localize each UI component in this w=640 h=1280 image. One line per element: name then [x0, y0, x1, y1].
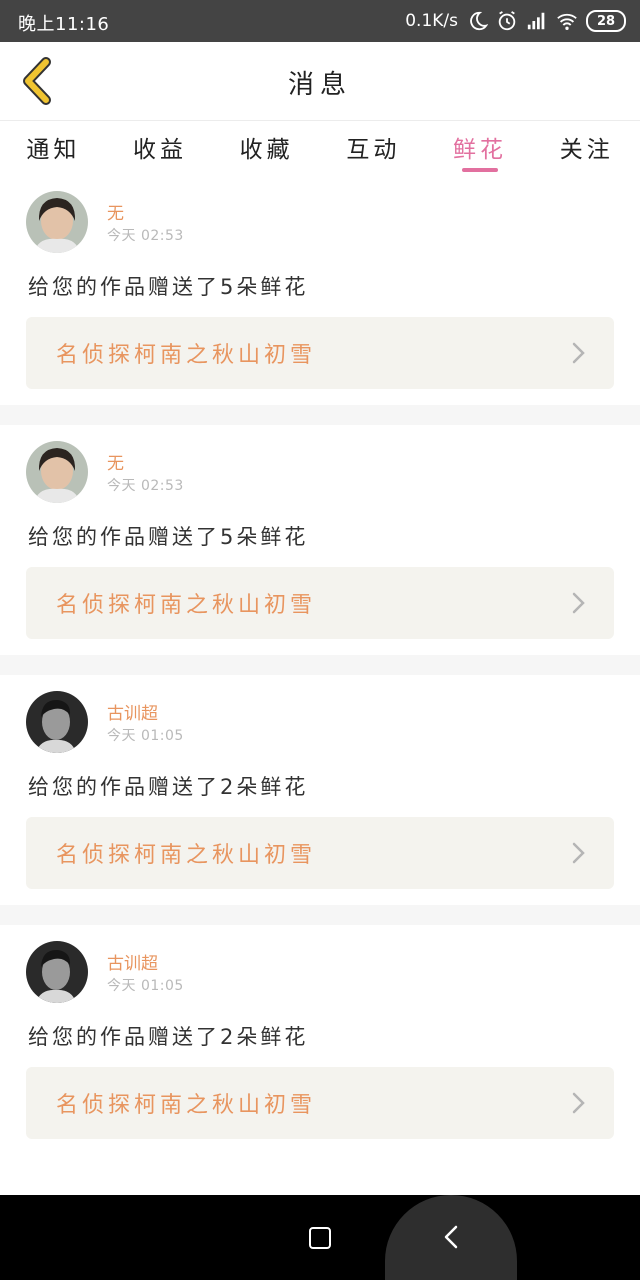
sender-name[interactable]: 无 [107, 199, 124, 224]
tab-favorites[interactable]: 收藏 [213, 121, 320, 175]
divider [0, 405, 640, 425]
battery-icon: 28 [586, 10, 626, 32]
work-title: 名侦探柯南之秋山初雪 [56, 843, 317, 868]
net-speed: 0.1K/s [405, 11, 458, 31]
chevron-right-icon [572, 592, 585, 614]
work-title: 名侦探柯南之秋山初雪 [56, 593, 317, 618]
work-link[interactable]: 名侦探柯南之秋山初雪 [26, 567, 614, 639]
status-icons: 0.1K/s 28 [405, 8, 626, 34]
tab-interactions[interactable]: 互动 [320, 121, 427, 175]
work-link[interactable]: 名侦探柯南之秋山初雪 [26, 817, 614, 889]
sender-name[interactable]: 古训超 [107, 699, 158, 724]
chevron-right-icon [572, 842, 585, 864]
timestamp: 今天 02:53 [107, 228, 184, 244]
avatar[interactable] [26, 941, 88, 1003]
sender-name[interactable]: 无 [107, 449, 124, 474]
flower-feed: 无 今天 02:53 给您的作品赠送了5朵鲜花 名侦探柯南之秋山初雪 无 今天 … [0, 175, 640, 1155]
list-item: 古训超 今天 01:05 给您的作品赠送了2朵鲜花 名侦探柯南之秋山初雪 [0, 675, 640, 905]
list-item: 无 今天 02:53 给您的作品赠送了5朵鲜花 名侦探柯南之秋山初雪 [0, 175, 640, 405]
back-icon [444, 1225, 458, 1249]
gift-message: 给您的作品赠送了2朵鲜花 [28, 1025, 309, 1049]
tab-earnings[interactable]: 收益 [107, 121, 214, 175]
chevron-right-icon [572, 342, 585, 364]
recent-apps-icon[interactable] [309, 1227, 331, 1249]
moon-icon [470, 11, 488, 31]
list-item: 无 今天 02:53 给您的作品赠送了5朵鲜花 名侦探柯南之秋山初雪 [0, 425, 640, 655]
timestamp: 今天 01:05 [107, 978, 184, 994]
status-bar: 晚上11:16 0.1K/s 28 [0, 0, 640, 42]
header: 消息 [0, 42, 640, 121]
alarm-icon [498, 11, 516, 31]
tab-bar: 通知 收益 收藏 互动 鲜花 关注 [0, 121, 640, 175]
gift-message: 给您的作品赠送了5朵鲜花 [28, 525, 309, 549]
chevron-right-icon [572, 1092, 585, 1114]
work-link[interactable]: 名侦探柯南之秋山初雪 [26, 317, 614, 389]
tab-flowers[interactable]: 鲜花 [427, 121, 534, 175]
page-title: 消息 [287, 70, 352, 100]
avatar[interactable] [26, 191, 88, 253]
divider [0, 655, 640, 675]
gift-message: 给您的作品赠送了5朵鲜花 [28, 275, 309, 299]
system-nav-bar [0, 1195, 640, 1280]
timestamp: 今天 02:53 [107, 478, 184, 494]
sender-name[interactable]: 古训超 [107, 949, 158, 974]
gift-message: 给您的作品赠送了2朵鲜花 [28, 775, 309, 799]
status-time: 晚上11:16 [18, 14, 110, 35]
tab-notifications[interactable]: 通知 [0, 121, 107, 175]
divider [0, 905, 640, 925]
list-item: 古训超 今天 01:05 给您的作品赠送了2朵鲜花 名侦探柯南之秋山初雪 [0, 925, 640, 1155]
nav-back-button[interactable] [385, 1195, 517, 1280]
avatar[interactable] [26, 691, 88, 753]
work-title: 名侦探柯南之秋山初雪 [56, 343, 317, 368]
wifi-icon [557, 13, 577, 30]
work-title: 名侦探柯南之秋山初雪 [56, 1093, 317, 1118]
tab-follows[interactable]: 关注 [533, 121, 640, 175]
signal-icon [527, 12, 545, 30]
work-link[interactable]: 名侦探柯南之秋山初雪 [26, 1067, 614, 1139]
timestamp: 今天 01:05 [107, 728, 184, 744]
avatar[interactable] [26, 441, 88, 503]
